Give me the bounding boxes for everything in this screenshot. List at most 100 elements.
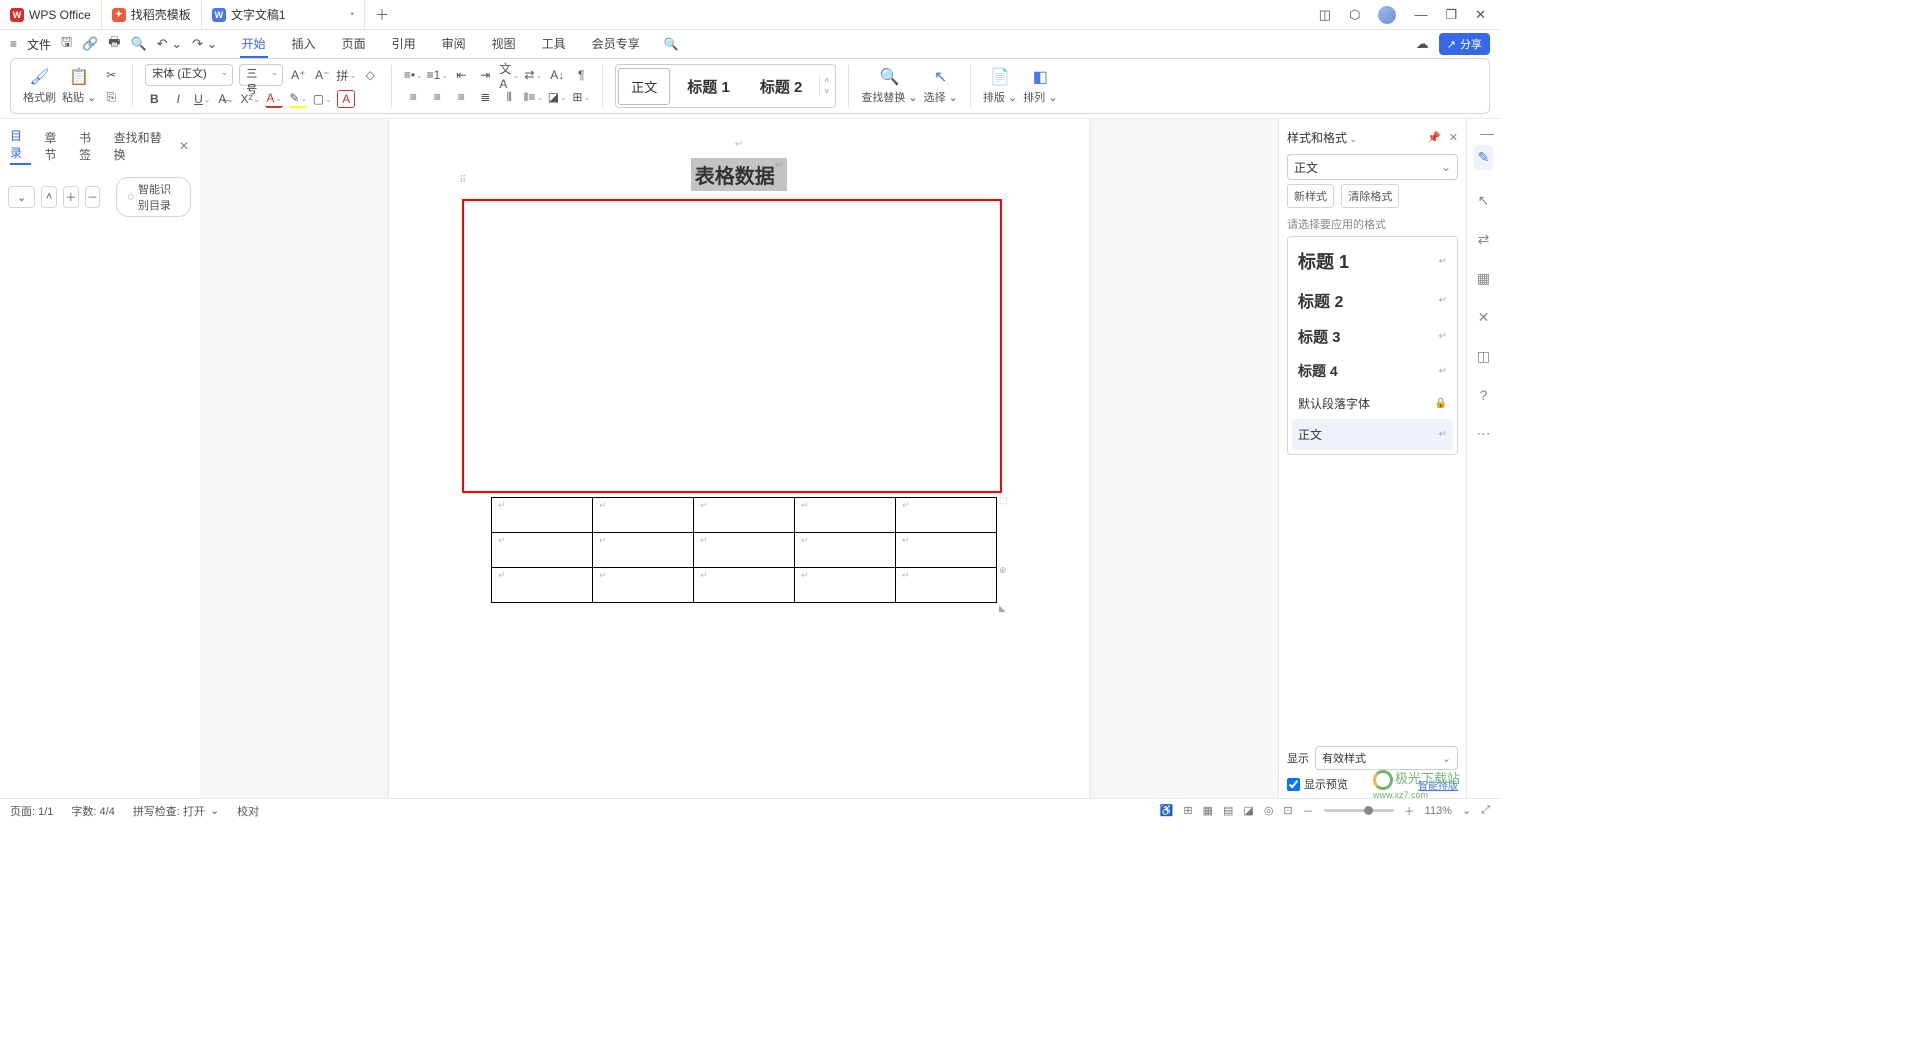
close-button[interactable]: ✕: [1475, 7, 1486, 23]
pencil-icon[interactable]: ✎: [1474, 145, 1494, 170]
phonetic-icon[interactable]: 拼: [337, 66, 355, 84]
cloud-icon[interactable]: ☁: [1416, 36, 1429, 52]
para-shading-icon[interactable]: ◪: [548, 88, 566, 106]
panel-toggle-icon[interactable]: ◫: [1319, 7, 1331, 23]
document-table[interactable]: [491, 497, 997, 603]
page-indicator[interactable]: 页面: 1/1: [10, 803, 53, 819]
bullet-list-icon[interactable]: ≡•: [404, 66, 422, 84]
tab-tools[interactable]: 工具: [540, 31, 568, 58]
select-button[interactable]: ↖选择 ⌄: [924, 67, 958, 105]
focus-icon[interactable]: ◎: [1264, 804, 1274, 817]
align-left-icon[interactable]: ≡: [404, 88, 422, 106]
settings-icon[interactable]: ⇄: [1478, 231, 1490, 248]
font-name-select[interactable]: 宋体 (正文): [145, 64, 233, 86]
spellcheck-status[interactable]: 拼写检查: 打开 ⌄: [133, 803, 219, 819]
preview-checkbox[interactable]: [1287, 778, 1300, 791]
bold-icon[interactable]: B: [145, 90, 163, 108]
smart-layout-link[interactable]: 智能排版: [1418, 777, 1458, 792]
shading-icon[interactable]: ▢: [313, 90, 331, 108]
tab-icon[interactable]: ⇄: [524, 66, 542, 84]
undo-icon[interactable]: ↶ ⌄: [157, 36, 182, 52]
style-heading1[interactable]: 标题 1: [674, 67, 743, 106]
fullscreen-icon[interactable]: ⤢: [1481, 804, 1490, 817]
new-tab-button[interactable]: ＋: [365, 5, 399, 25]
file-menu[interactable]: 文件: [27, 36, 51, 53]
nav-tab-find[interactable]: 查找和替换: [114, 129, 165, 163]
table-side-handle[interactable]: ⊕: [999, 565, 1007, 576]
tab-close-dot[interactable]: •: [351, 9, 355, 20]
style-item-h2[interactable]: 标题 2↵: [1292, 281, 1453, 319]
strike-icon[interactable]: A̶: [217, 90, 235, 108]
increase-indent-icon[interactable]: ⇥: [476, 66, 494, 84]
word-count[interactable]: 字数: 4/4: [71, 803, 114, 819]
style-item-h1[interactable]: 标题 1↵: [1292, 241, 1453, 281]
tab-insert[interactable]: 插入: [290, 31, 318, 58]
nav-close-icon[interactable]: ✕: [179, 139, 189, 153]
document-canvas[interactable]: ↵ ⠿ 表格数据↵ ⬚ ⊕ ◣: [200, 119, 1278, 798]
nav-tab-bookmark[interactable]: 书签: [79, 129, 100, 163]
tab-view[interactable]: 视图: [490, 31, 518, 58]
nav-tab-toc[interactable]: 目录: [10, 127, 31, 165]
styles-panel-title[interactable]: 样式和格式: [1287, 129, 1357, 146]
table-corner-handle[interactable]: ⬚: [999, 495, 1008, 506]
toc-up-button[interactable]: ˄: [41, 186, 57, 208]
distribute-icon[interactable]: ⫴: [500, 88, 518, 106]
link-icon[interactable]: 🔗: [82, 36, 98, 52]
font-color-icon[interactable]: A: [265, 90, 283, 108]
save-icon[interactable]: 🖫: [61, 33, 72, 55]
book-icon[interactable]: ◫: [1477, 348, 1490, 365]
more-icon[interactable]: ⋯: [1477, 425, 1491, 442]
font-size-select[interactable]: 三号: [239, 64, 283, 86]
tab-templates[interactable]: ✦ 找稻壳模板: [102, 0, 202, 29]
redo-icon[interactable]: ↷ ⌄: [192, 36, 217, 52]
search-icon[interactable]: 🔍: [664, 37, 679, 51]
numbered-list-icon[interactable]: ≡1: [428, 66, 446, 84]
align-right-icon[interactable]: ≡: [452, 88, 470, 106]
layout-button[interactable]: 📄排版 ⌄: [983, 67, 1017, 105]
view-outline-icon[interactable]: ◪: [1243, 804, 1253, 817]
style-normal[interactable]: 正文: [618, 68, 670, 105]
borders-icon[interactable]: ⊞: [572, 88, 590, 106]
avatar[interactable]: [1378, 6, 1396, 24]
proofing-status[interactable]: 校对: [237, 803, 259, 819]
help-icon[interactable]: ?: [1480, 387, 1488, 403]
panel-close-icon[interactable]: ✕: [1449, 131, 1458, 144]
tab-document[interactable]: W 文字文稿1 •: [202, 0, 365, 29]
pointer-icon[interactable]: ↖: [1478, 192, 1490, 209]
italic-icon[interactable]: I: [169, 90, 187, 108]
char-border-icon[interactable]: A: [337, 90, 355, 108]
apps-icon[interactable]: ▦: [1477, 270, 1490, 287]
minimize-button[interactable]: —: [1414, 7, 1427, 22]
clear-format-button[interactable]: 清除格式: [1341, 184, 1399, 208]
paste-button[interactable]: 📋粘贴 ⌄: [62, 67, 96, 105]
cube-icon[interactable]: ⬡: [1349, 7, 1360, 23]
current-style-select[interactable]: 正文: [1287, 154, 1458, 180]
cut-icon[interactable]: ✂: [102, 66, 120, 84]
toc-add-button[interactable]: ＋: [63, 186, 79, 208]
zoom-out-button[interactable]: －: [1303, 803, 1314, 819]
style-heading2[interactable]: 标题 2: [747, 67, 816, 106]
tab-member[interactable]: 会员专享: [590, 31, 642, 58]
zoom-in-button[interactable]: ＋: [1404, 803, 1415, 819]
align-center-icon[interactable]: ≡: [428, 88, 446, 106]
find-replace-button[interactable]: 🔍查找替换 ⌄: [861, 67, 917, 105]
zoom-slider[interactable]: [1324, 809, 1394, 812]
grid-icon[interactable]: ⊞: [1183, 804, 1192, 817]
tab-page[interactable]: 页面: [340, 31, 368, 58]
table-resize-handle[interactable]: ◣: [999, 603, 1006, 614]
decrease-indent-icon[interactable]: ⇤: [452, 66, 470, 84]
tools-icon[interactable]: ✕: [1478, 309, 1490, 326]
zoom-level[interactable]: 113%: [1425, 805, 1452, 817]
hamburger-icon[interactable]: ≡: [10, 37, 17, 51]
tab-reference[interactable]: 引用: [390, 31, 418, 58]
style-gallery-expand[interactable]: ˄˅: [819, 76, 833, 96]
preview-icon[interactable]: 🔍: [131, 36, 147, 52]
style-item-default-font[interactable]: 默认段落字体🔒: [1292, 388, 1453, 419]
style-item-body[interactable]: 正文↵: [1292, 419, 1453, 450]
paragraph-mark-icon[interactable]: ¶: [572, 66, 590, 84]
print-icon[interactable]: 🖶: [108, 33, 120, 55]
drag-handle-icon[interactable]: ⠿: [459, 175, 466, 186]
new-style-button[interactable]: 新样式: [1287, 184, 1334, 208]
tab-start[interactable]: 开始: [240, 31, 268, 58]
justify-icon[interactable]: ≣: [476, 88, 494, 106]
